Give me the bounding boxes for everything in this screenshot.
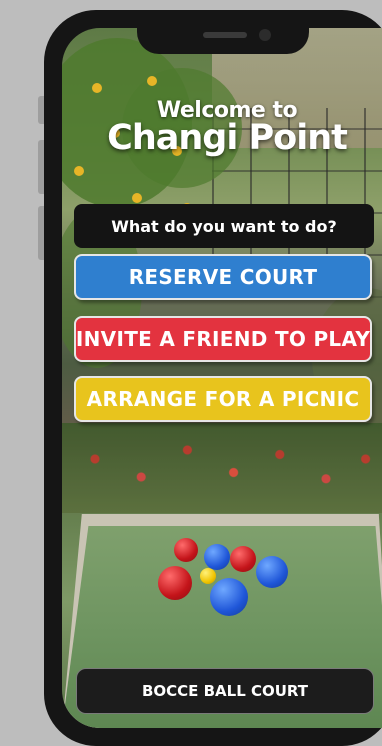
bocce-balls-illustration [150,532,300,622]
background-fruit [92,83,102,93]
court-name-footer[interactable]: BOCCE BALL COURT [76,668,374,714]
phone-camera [259,29,271,41]
red-ball-icon [230,546,256,572]
blue-ball-icon [204,544,230,570]
red-ball-icon [174,538,198,562]
venue-title: Changi Point [107,118,348,158]
blue-ball-icon [210,578,248,616]
reserve-court-button[interactable]: RESERVE COURT [74,254,372,300]
phone-side-button [38,96,44,124]
background-fruit [74,166,84,176]
background-fruit [147,76,157,86]
blue-ball-icon [256,556,288,588]
red-ball-icon [158,566,192,600]
background-fruit [132,193,142,203]
question-banner: What do you want to do? [74,204,374,248]
phone-side-button [38,206,44,260]
pallino-ball-icon [200,568,216,584]
background-flower-bed [62,423,382,513]
invite-friend-button[interactable]: INVITE A FRIEND TO PLAY [74,316,372,362]
arrange-picnic-button[interactable]: ARRANGE FOR A PICNIC [74,376,372,422]
phone-side-button [38,140,44,194]
phone-speaker [203,32,247,38]
